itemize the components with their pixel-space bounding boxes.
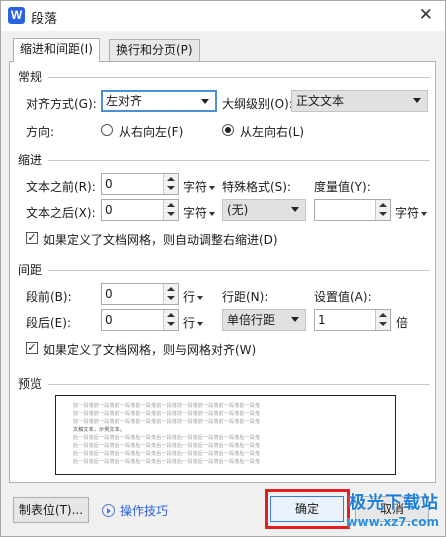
alignment-select[interactable]: 左对齐	[101, 90, 217, 112]
rtl-label[interactable]: 从右向左(F)	[119, 123, 183, 140]
indent-after-stepper[interactable]: 0	[101, 199, 179, 221]
outline-level-value: 正文文本	[296, 94, 345, 108]
outline-level-select[interactable]: 正文文本	[291, 90, 428, 112]
indent-after-label: 文本之后(X):	[26, 206, 96, 220]
special-format-label: 特殊格式(S):	[222, 180, 292, 194]
space-after-unit[interactable]: 行	[183, 314, 204, 331]
preview-prev-line: 前一段落前一段落前一段落前一段落前一段落前一段落前一段落前一段落前一段落	[73, 411, 261, 417]
section-spacing-label: 间距	[18, 263, 43, 277]
setting-unit: 倍	[396, 316, 409, 330]
indent-before-label: 文本之前(R):	[26, 180, 96, 194]
auto-right-indent-checkbox[interactable]: ✓	[26, 232, 38, 244]
tab-line-page-breaks[interactable]: 换行和分页(P)	[109, 39, 200, 61]
tab-indent-spacing[interactable]: 缩进和间距(I)	[13, 38, 100, 62]
snap-to-grid-label[interactable]: 如果定义了文档网格，则与网格对齐(W)	[43, 341, 256, 358]
dialog-title: 段落	[31, 12, 58, 27]
section-preview-label: 预览	[18, 377, 43, 391]
setting-value-stepper[interactable]: 1	[314, 309, 391, 331]
paragraph-dialog: W 段落 ✕ 缩进和间距(I) 换行和分页(P) 常规 对齐方式(G): 左对齐…	[0, 0, 446, 537]
spinner-arrows-icon[interactable]	[163, 174, 178, 194]
preview-next-line: 后一段落后一段落后一段落后一段落后一段落后一段落后一段落后一段落后一段落	[73, 435, 261, 441]
setting-value-label: 设置值(A):	[314, 290, 372, 304]
line-spacing-value: 单倍行距	[227, 313, 276, 327]
caret-down-icon	[421, 211, 428, 216]
measure-stepper[interactable]	[314, 199, 391, 221]
ltr-radio[interactable]	[222, 124, 234, 136]
preview-next-line: 后一段落后一段落后一段落后一段落后一段落后一段落后一段落后一段落后一段落	[73, 451, 261, 457]
divider	[48, 270, 430, 271]
spinner-arrows-icon[interactable]	[163, 200, 178, 220]
special-format-select[interactable]: (无)	[222, 199, 306, 221]
title-bar: W 段落 ✕	[1, 1, 445, 31]
spinner-arrows-icon[interactable]	[163, 284, 178, 304]
chevron-down-icon	[413, 98, 421, 103]
alignment-value: 左对齐	[106, 94, 143, 108]
indent-before-stepper[interactable]: 0	[101, 173, 179, 195]
divider	[48, 77, 430, 78]
caret-down-icon	[197, 321, 204, 326]
space-after-value: 0	[105, 313, 113, 327]
line-spacing-select[interactable]: 单倍行距	[222, 309, 306, 331]
indent-before-value: 0	[105, 177, 113, 191]
indent-before-unit[interactable]: 字符	[183, 178, 216, 195]
chevron-down-icon	[201, 99, 209, 104]
rtl-radio[interactable]	[101, 124, 113, 136]
preview-sample-line: 文稿文本，示例文本。	[73, 427, 126, 433]
tips-link[interactable]: 操作技巧	[120, 502, 168, 519]
caret-down-icon	[209, 185, 216, 190]
space-before-label: 段前(B):	[26, 290, 72, 304]
space-before-unit[interactable]: 行	[183, 288, 204, 305]
space-after-stepper[interactable]: 0	[101, 309, 179, 331]
space-before-stepper[interactable]: 0	[101, 283, 179, 305]
auto-right-indent-label[interactable]: 如果定义了文档网格，则自动调整右缩进(D)	[43, 231, 278, 248]
preview-prev-line: 前一段落前一段落前一段落前一段落前一段落前一段落前一段落前一段落前一段落	[73, 419, 261, 425]
line-spacing-label: 行距(N):	[222, 290, 269, 304]
indent-after-value: 0	[105, 203, 113, 217]
paragraph-preview: 前一段落前一段落前一段落前一段落前一段落前一段落前一段落前一段落前一段落 前一段…	[55, 395, 396, 475]
divider	[48, 160, 430, 161]
setting-value: 1	[318, 313, 326, 327]
highlight-box	[265, 489, 350, 529]
space-after-label: 段后(E):	[26, 316, 71, 330]
tab-panel: 常规 对齐方式(G): 左对齐 大纲级别(O): 正文文本 方向: 从右向左(F…	[9, 61, 436, 483]
preview-prev-line: 前一段落前一段落前一段落前一段落前一段落前一段落前一段落前一段落前一段落	[73, 403, 261, 409]
ltr-label[interactable]: 从左向右(L)	[240, 123, 304, 140]
spinner-arrows-icon[interactable]	[375, 200, 390, 220]
special-format-value: (无)	[227, 203, 249, 217]
chevron-down-icon	[291, 207, 299, 212]
preview-next-line: 后一段落后一段落后一段落后一段落后一段落后一段落后一段落后一段落后一段落	[73, 459, 261, 465]
close-icon[interactable]: ✕	[419, 5, 433, 25]
alignment-label: 对齐方式(G):	[26, 97, 97, 111]
section-indent-label: 缩进	[18, 153, 43, 167]
tab-stops-button[interactable]: 制表位(T)...	[13, 497, 89, 523]
chevron-down-icon	[291, 317, 299, 322]
caret-down-icon	[209, 211, 216, 216]
preview-next-line: 后一段落后一段落后一段落后一段落后一段落后一段落后一段落后一段落后一段落	[73, 443, 261, 449]
snap-to-grid-checkbox[interactable]: ✓	[26, 342, 38, 354]
play-circle-icon[interactable]	[102, 504, 115, 517]
space-before-value: 0	[105, 287, 113, 301]
indent-after-unit[interactable]: 字符	[183, 204, 216, 221]
spinner-arrows-icon[interactable]	[163, 310, 178, 330]
measure-label: 度量值(Y):	[314, 180, 371, 194]
caret-down-icon	[197, 295, 204, 300]
direction-label: 方向:	[26, 125, 55, 139]
divider	[48, 384, 430, 385]
watermark: 极光下载站 www.xz7.com	[346, 488, 439, 529]
spinner-arrows-icon[interactable]	[375, 310, 390, 330]
watermark-title: 极光下载站	[349, 493, 439, 513]
outline-level-label: 大纲级别(O):	[222, 97, 293, 111]
watermark-url: www.xz7.com	[346, 515, 439, 529]
wps-writer-icon: W	[8, 7, 25, 24]
section-general-label: 常规	[18, 70, 43, 84]
measure-unit[interactable]: 字符	[395, 204, 428, 221]
